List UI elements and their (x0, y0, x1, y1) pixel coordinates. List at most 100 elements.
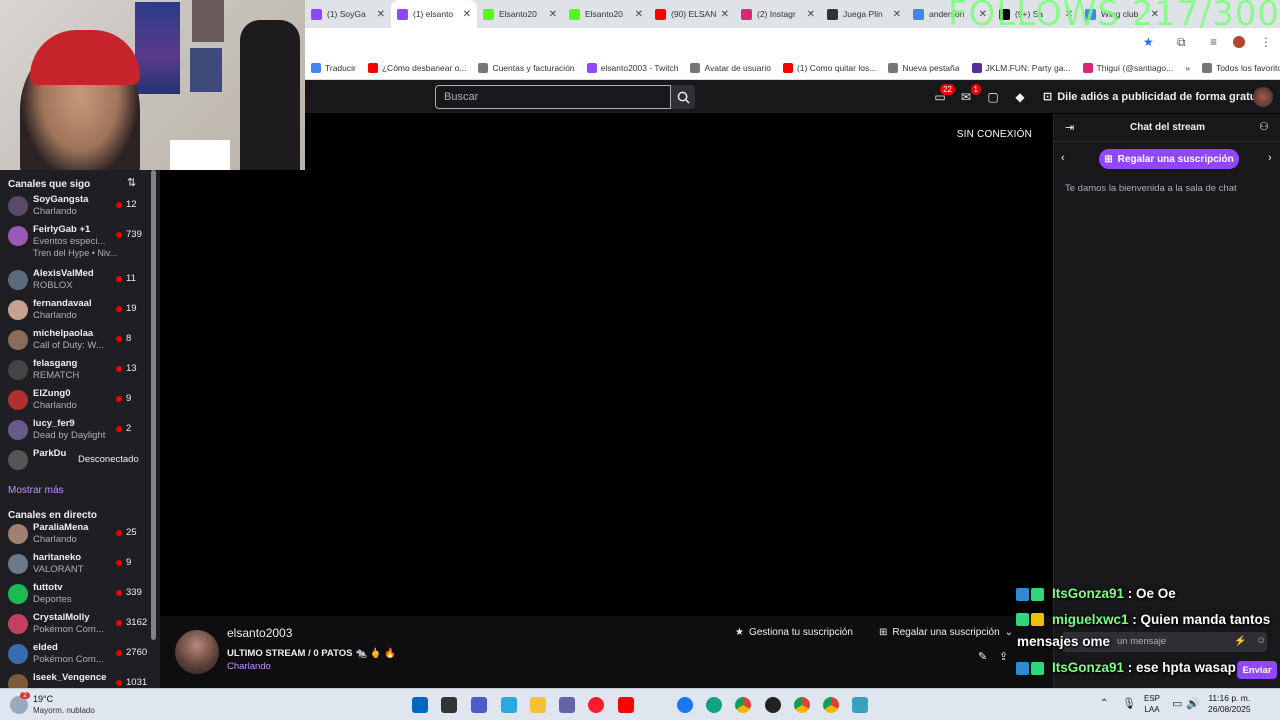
copilot-icon[interactable] (501, 697, 517, 713)
chevron-right-icon[interactable]: › (1268, 152, 1272, 164)
user-avatar[interactable] (1253, 87, 1273, 107)
channel-avatar (8, 360, 28, 380)
search-input[interactable] (435, 85, 671, 109)
bookmark-item[interactable]: JKLM.FUN: Party ga... (966, 62, 1077, 73)
opera-icon[interactable] (588, 697, 604, 713)
language-indicator[interactable]: ESP LAA (1144, 693, 1160, 715)
edge-icon[interactable] (706, 697, 722, 713)
chrome-icon[interactable] (735, 697, 751, 713)
app-2-icon[interactable] (852, 697, 868, 713)
bookmark-item[interactable]: Nueva pestaña (882, 62, 965, 73)
chrome-profile-2-icon[interactable] (823, 697, 839, 713)
more-bookmarks-icon[interactable]: » (1179, 63, 1196, 73)
menu-dots-icon[interactable]: ⋮ (1260, 35, 1272, 49)
stream-category[interactable]: Charlando (227, 661, 271, 672)
close-icon[interactable]: ✕ (893, 9, 901, 20)
sidebar-channel[interactable]: haritaneko VALORANT 9 (6, 550, 148, 580)
bookmark-item[interactable]: Thiguí (@santiago... (1077, 62, 1180, 73)
sidebar-channel[interactable]: elded Pokémon Com... 2760 (6, 640, 148, 670)
sort-icon[interactable]: ⇅ (127, 176, 136, 189)
sidebar-channel[interactable]: felasgang REMATCH 13 (6, 356, 148, 386)
bookmark-favicon-icon (367, 62, 378, 73)
browser-tab[interactable]: (1) elsanto ✕ (391, 0, 477, 28)
bookmark-item[interactable]: Avatar de usuario (684, 62, 776, 73)
chevron-up-icon[interactable]: ⌃ (1100, 698, 1108, 709)
browser-tab[interactable]: (90) ELSAN ✕ (649, 0, 735, 28)
sidebar-scrollbar[interactable] (151, 170, 156, 640)
show-more-link[interactable]: Mostrar más (8, 485, 64, 496)
share-icon[interactable]: ⇪ (999, 650, 1008, 663)
bookmark-item[interactable]: (1) Como quitar los... (777, 62, 882, 73)
close-icon[interactable]: ✕ (721, 9, 729, 20)
sidebar-channel[interactable]: fernandavaal Charlando 19 (6, 296, 148, 326)
sidebar-channel[interactable]: lucy_fer9 Dead by Daylight 2 (6, 416, 148, 446)
bookmark-item[interactable]: Traducir (305, 62, 362, 73)
sidebar-channel[interactable]: ParaliaMena Charlando 25 (6, 520, 148, 550)
manage-subscription-button[interactable]: ★ Gestiona tu suscripción (735, 625, 853, 639)
ad-free-label: Dile adiós a publicidad de forma gratuit… (1057, 90, 1270, 103)
sidebar-channel[interactable]: Iseek_Vengence 1031 (6, 670, 148, 688)
youtube-icon[interactable] (618, 697, 634, 713)
windows-start-icon[interactable] (412, 697, 428, 713)
channel-name: elded (33, 642, 58, 653)
chrome-profile-icon[interactable] (794, 697, 810, 713)
sidebar-channel[interactable]: michelpaolaa Call of Duty: W... 8 (6, 326, 148, 356)
app-icon[interactable] (765, 697, 781, 713)
browser-tab[interactable]: Juega Plin ✕ (821, 0, 907, 28)
channel-avatar (8, 524, 28, 544)
file-explorer-icon[interactable] (530, 697, 546, 713)
media-icon[interactable]: ≡ (1210, 35, 1217, 49)
sidebar-channel[interactable]: SoyGangsta Charlando 12 (6, 192, 148, 222)
bookmark-item[interactable]: elsanto2003 - Twitch (581, 62, 685, 73)
sidebar-channel[interactable]: ParkDu Desconectado (6, 446, 148, 476)
browser-tab[interactable]: (2) Instagr ✕ (735, 0, 821, 28)
users-icon[interactable]: ⚇ (1259, 120, 1269, 133)
chat-send-button[interactable]: Enviar (1237, 661, 1277, 679)
chevron-left-icon[interactable]: ‹ (1061, 152, 1065, 164)
chat-app-icon[interactable] (471, 697, 487, 713)
browser-tab[interactable]: Elsanto20 ✕ (477, 0, 563, 28)
notifications-icon[interactable]: ✉ 1 (958, 84, 981, 105)
sidebar-channel[interactable]: CrystalMolly Pokémon Com... 3162 (6, 610, 148, 640)
facebook-icon[interactable] (677, 697, 693, 713)
tab-favicon-icon (397, 8, 408, 20)
sidebar-channel[interactable]: AlexisValMed ROBLOX 11 (6, 266, 148, 296)
search-button[interactable] (671, 85, 695, 109)
sidebar-channel[interactable]: futtotv Deportes 339 (6, 580, 148, 610)
streamer-name[interactable]: elsanto2003 (227, 626, 292, 640)
sidebar-channel[interactable]: FeirlyGab +1 Eventos especi... 739 Tren del… (6, 222, 148, 258)
bookmark-star-icon[interactable]: ★ (1143, 35, 1154, 49)
extensions-icon[interactable]: ⧉ (1177, 35, 1186, 50)
bookmark-item[interactable]: ¿Cómo desbanear o... (362, 62, 473, 73)
chat-gift-button[interactable]: ⊞ Regalar una suscripción (1099, 149, 1239, 169)
teams-icon[interactable] (559, 697, 575, 713)
close-icon[interactable]: ✕ (463, 9, 471, 20)
task-view-icon[interactable] (441, 697, 457, 713)
ad-free-link[interactable]: ⊡ Dile adiós a publicidad de forma gratu… (1043, 90, 1270, 104)
inbox-icon[interactable]: ▭ 22 (932, 84, 955, 105)
edit-icon[interactable]: ✎ (978, 650, 987, 663)
browser-tab[interactable]: Elsanto20 ✕ (563, 0, 649, 28)
bits-icon[interactable]: ◆ (1012, 89, 1028, 105)
profile-avatar[interactable] (1233, 36, 1245, 48)
close-icon[interactable]: ✕ (807, 9, 815, 20)
gift-subscription-button[interactable]: ⊞ Regalar una suscripción ⌄ (879, 625, 1013, 639)
system-clock[interactable]: 11:16 p. m. 26/08/2025 (1208, 693, 1251, 715)
browser-tab[interactable]: (1) SoyGa ✕ (305, 0, 391, 28)
sidebar-channel[interactable]: ElZung0 Charlando 9 (6, 386, 148, 416)
streamer-avatar[interactable] (175, 630, 219, 674)
bits-icon[interactable]: ⚡ (1234, 636, 1246, 647)
network-icon[interactable]: ▭ (1172, 697, 1182, 710)
all-bookmarks[interactable]: Todos los favoritos (1196, 62, 1280, 73)
viewer-count: 13 (116, 363, 137, 374)
mic-icon[interactable]: 🎙 (1122, 697, 1136, 710)
close-icon[interactable]: ✕ (549, 9, 557, 20)
emote-icon[interactable]: ☺ (1256, 635, 1266, 646)
video-player[interactable]: SIN CONEXIÓN (160, 114, 1053, 616)
whispers-icon[interactable]: ▢ (985, 89, 1001, 105)
close-icon[interactable]: ✕ (635, 9, 643, 20)
bookmark-favicon-icon (586, 62, 597, 73)
volume-icon[interactable]: 🔊 (1186, 697, 1200, 710)
close-icon[interactable]: ✕ (377, 9, 385, 20)
bookmark-item[interactable]: Cuentas y facturación (472, 62, 580, 73)
